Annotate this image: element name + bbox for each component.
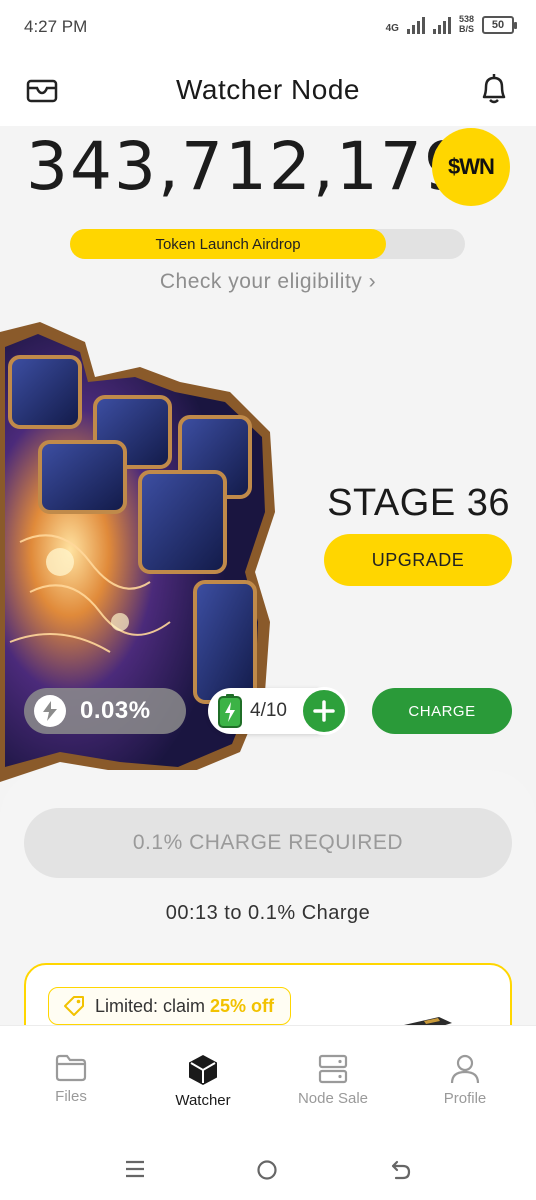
mining-rate-pill: 0.03% [24, 688, 186, 734]
back-icon[interactable] [390, 1159, 412, 1181]
promo-prefix: Limited: claim [95, 995, 211, 1016]
airdrop-progress-fill: Token Launch Airdrop [70, 229, 386, 259]
server-icon [318, 1054, 348, 1084]
charge-button[interactable]: CHARGE [372, 688, 512, 734]
cube-icon [189, 1055, 217, 1085]
speed-unit: B/S [458, 24, 474, 34]
user-icon [450, 1054, 480, 1084]
page-title: Watcher Node [176, 74, 360, 105]
check-eligibility-link[interactable]: Check your eligibility › [0, 270, 536, 294]
signal-icon-2 [432, 16, 451, 34]
token-balance: 343,712,179 [26, 128, 468, 205]
charge-required-button[interactable]: 0.1% CHARGE REQUIRED [24, 808, 512, 878]
home-icon[interactable] [256, 1159, 278, 1181]
nav-label: Profile [443, 1090, 487, 1107]
battery-charge-icon [218, 694, 242, 728]
promo-text: Limited: claim 25% off [95, 996, 274, 1017]
menu-icon[interactable] [124, 1159, 146, 1179]
token-symbol: $WN [448, 154, 495, 179]
app-header: Watcher Node [0, 56, 536, 126]
upgrade-button[interactable]: UPGRADE [324, 534, 512, 586]
node-stage: STAGE 36 [327, 482, 510, 524]
wn-token-icon: $WN [432, 128, 510, 206]
plus-icon [313, 700, 335, 722]
folder-icon [55, 1054, 87, 1082]
nav-label: Files [55, 1088, 87, 1105]
add-charge-button[interactable] [300, 687, 348, 735]
network-type: 4G [385, 23, 399, 34]
nav-profile[interactable]: Profile [410, 1054, 520, 1107]
nav-watcher[interactable]: Watcher [148, 1054, 258, 1109]
speed-value: 538 [458, 14, 474, 24]
nav-label: Node Sale [297, 1090, 369, 1107]
status-time: 4:27 PM [24, 17, 88, 36]
promo-highlight: 25% off [210, 995, 275, 1016]
airdrop-progress[interactable]: Token Launch Airdrop [70, 229, 465, 259]
promo-badge[interactable]: Limited: claim 25% off [48, 987, 292, 1025]
mining-rate-value: 0.03% [80, 697, 151, 724]
system-nav-bar [0, 1125, 536, 1200]
status-bar: 4:27 PM 4G 538 B/S 50 [0, 0, 536, 56]
network-speed: 538 B/S [459, 14, 474, 34]
status-icons: 4G 538 B/S 50 [385, 14, 517, 34]
nav-node-sale[interactable]: Node Sale [278, 1054, 388, 1107]
battery-icon: 50 [482, 16, 517, 34]
charges-count: 4/10 [250, 700, 287, 721]
bottom-nav: Files Watcher Node Sale Profile [0, 1025, 536, 1125]
tag-icon [64, 996, 84, 1016]
charge-countdown: 00:13 to 0.1% Charge [165, 902, 371, 924]
bell-icon[interactable] [478, 72, 510, 106]
nav-files[interactable]: Files [16, 1054, 126, 1105]
nav-label: Watcher [175, 1092, 231, 1109]
airdrop-label: Token Launch Airdrop [155, 235, 301, 253]
lightning-icon [34, 695, 66, 727]
signal-icon [406, 16, 425, 34]
